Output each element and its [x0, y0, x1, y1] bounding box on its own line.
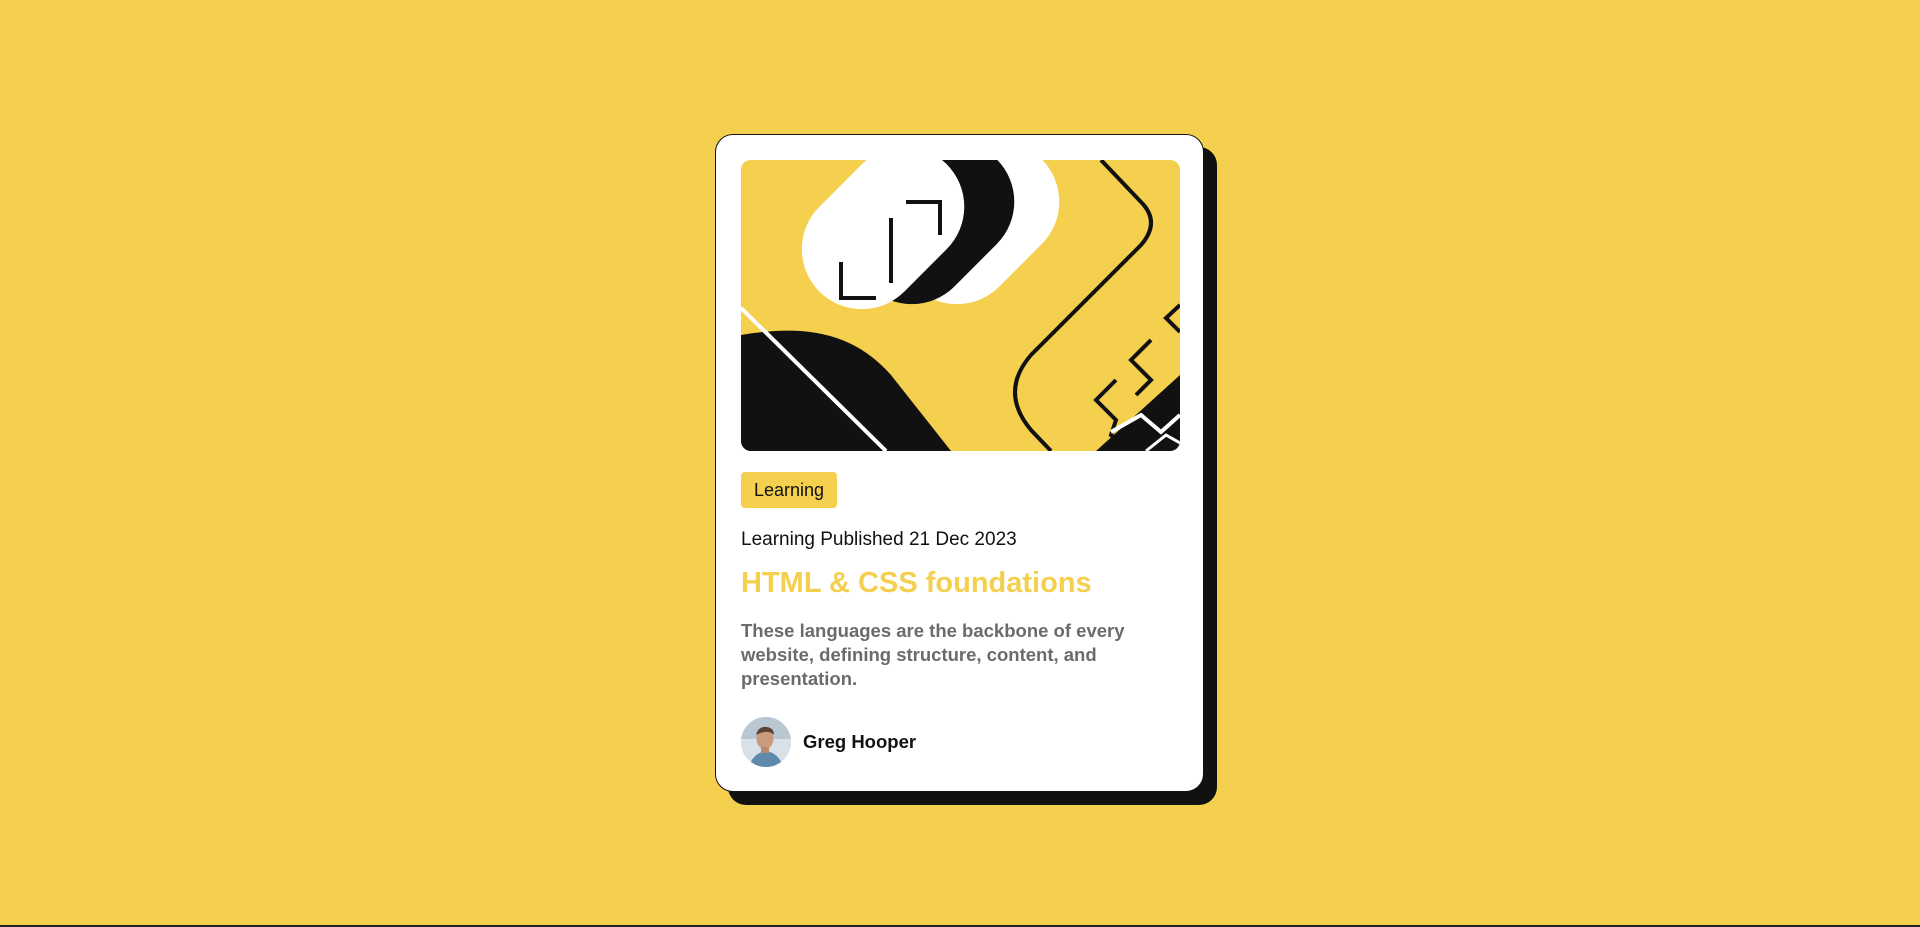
- article-summary: These languages are the backbone of ever…: [741, 620, 1125, 689]
- abstract-illustration-icon: [741, 160, 1180, 451]
- author-name: Greg Hooper: [803, 731, 917, 752]
- blog-preview-card: Learning Learning Published 21 Dec 2023 …: [715, 134, 1204, 792]
- card-illustration: [741, 160, 1180, 451]
- category-badge[interactable]: Learning: [741, 472, 838, 508]
- author-avatar: [741, 717, 791, 767]
- page: { "colors": { "background": "#f4d04e", "…: [0, 0, 1920, 927]
- published-date: Learning Published 21 Dec 2023: [741, 529, 1017, 550]
- article-title[interactable]: HTML & CSS foundations: [741, 563, 1092, 603]
- author-block: Greg Hooper: [741, 717, 916, 767]
- avatar-portrait-icon: [741, 717, 791, 767]
